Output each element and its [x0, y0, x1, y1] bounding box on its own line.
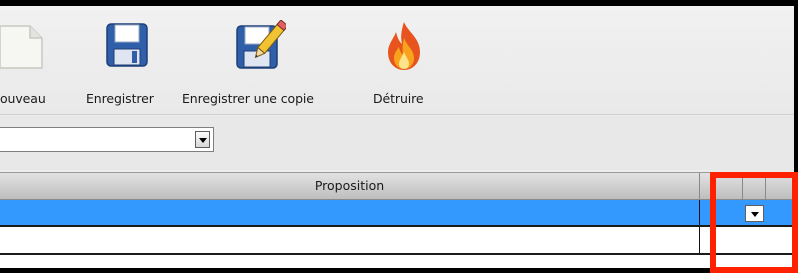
data-grid: Proposition [0, 172, 794, 268]
nouveau-label: ouveau [0, 91, 46, 106]
app-window: ouveau Enregistrer Enregistrer une copie… [0, 6, 794, 268]
detruire-button[interactable]: Détruire [372, 20, 438, 106]
save-copy-icon [236, 20, 286, 69]
column-header-blank[interactable] [743, 173, 766, 199]
enregistrer-label: Enregistrer [86, 91, 154, 106]
column-header-proposition[interactable]: Proposition [0, 173, 700, 199]
enregistrer-button[interactable]: Enregistrer [86, 20, 168, 106]
table-row[interactable] [0, 255, 794, 268]
toolbar: ouveau Enregistrer Enregistrer une copie… [0, 6, 794, 115]
nouveau-button[interactable]: ouveau [0, 20, 64, 106]
grid-header: Proposition [0, 172, 794, 200]
table-row[interactable] [0, 200, 794, 227]
filter-select[interactable] [0, 127, 214, 152]
dropdown-arrow-icon[interactable] [745, 205, 764, 222]
filter-bar [0, 116, 794, 170]
fire-icon [388, 22, 420, 70]
save-disk-icon [106, 23, 148, 67]
new-document-icon [0, 25, 43, 69]
dropdown-arrow-icon[interactable] [195, 131, 210, 148]
table-cell-proposition[interactable] [0, 200, 700, 225]
enregistrer-copie-button[interactable]: Enregistrer une copie [182, 20, 342, 106]
table-cell-proposition[interactable] [0, 227, 700, 253]
column-header-blank[interactable] [700, 173, 743, 199]
enregistrer-copie-label: Enregistrer une copie [182, 91, 314, 106]
table-row[interactable] [0, 227, 794, 255]
detruire-label: Détruire [373, 91, 424, 106]
